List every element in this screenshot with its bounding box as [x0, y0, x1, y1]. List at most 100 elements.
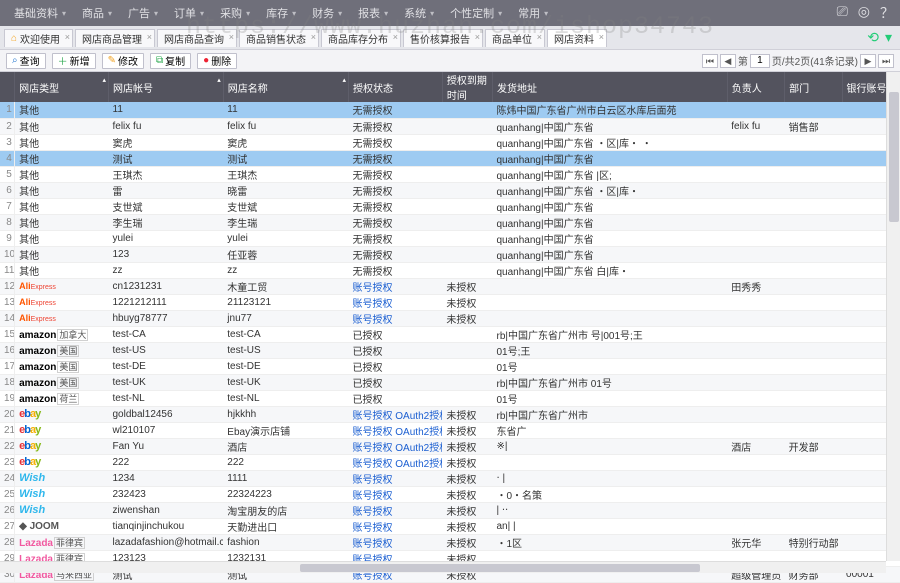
cell-auth[interactable]: 账号授权 — [349, 486, 443, 502]
close-icon[interactable]: × — [475, 32, 480, 42]
menu-goods[interactable]: 商品 — [74, 5, 120, 21]
cell-auth[interactable]: 账号授权 OAuth2授权 — [349, 422, 443, 438]
add-button[interactable]: ＋新增 — [52, 53, 96, 69]
monitor-icon[interactable]: ⎚ — [837, 3, 848, 23]
cell-name: test-NL — [223, 390, 348, 406]
close-icon[interactable]: × — [537, 32, 542, 42]
table-row[interactable]: 16amazon美国test-UStest-US已授权 01号;王 — [0, 342, 900, 358]
table-row[interactable]: 27◆ JOOMtianqinjinchukou天勤进出口账号授权未授权an| … — [0, 518, 900, 534]
col-type[interactable]: ▴网店类型 — [15, 72, 109, 102]
cell-auth[interactable]: 账号授权 — [349, 534, 443, 550]
edit-button[interactable]: ✎修改 — [102, 53, 144, 69]
horizontal-scrollbar[interactable] — [0, 561, 886, 573]
pager-next-button[interactable]: ▶ — [860, 54, 876, 68]
close-icon[interactable]: × — [599, 32, 604, 42]
col-expire[interactable]: 授权到期时间 — [442, 72, 492, 102]
table-row[interactable]: 17amazon美国test-DEtest-DE已授权 01号 — [0, 358, 900, 374]
table-row[interactable]: 24Wish12341111账号授权未授权‧ | — [0, 470, 900, 486]
dropdown-icon[interactable]: ▾ — [885, 29, 892, 46]
menu-finance[interactable]: 财务 — [304, 5, 350, 21]
tab[interactable]: 售价核算报告× — [403, 29, 483, 47]
table-row[interactable]: 6其他雷晓雷无需授权quanhang|中国广东省 ‧区|库‧ — [0, 182, 900, 198]
pager-prev-button[interactable]: ◀ — [720, 54, 736, 68]
close-icon[interactable]: × — [393, 32, 398, 42]
table-row[interactable]: 13AliExpress122121211121123121账号授权未授权 — [0, 294, 900, 310]
cell-auth[interactable]: 账号授权 — [349, 502, 443, 518]
table-row[interactable]: 1其他1111无需授权陈炜中国广东省广州市白云区水库后面苑 — [0, 102, 900, 118]
cell-status — [442, 326, 492, 342]
cell-auth[interactable]: 账号授权 — [349, 294, 443, 310]
tab[interactable]: 商品单位× — [485, 29, 545, 47]
tab[interactable]: 网店商品管理× — [75, 29, 155, 47]
menu-stock[interactable]: 库存 — [258, 5, 304, 21]
col-addr[interactable]: 发货地址 — [492, 72, 727, 102]
tab[interactable]: 网店资料× — [547, 29, 607, 47]
delete-button[interactable]: ●删除 — [197, 53, 237, 69]
menu-orders[interactable]: 订单 — [166, 5, 212, 21]
query-button[interactable]: ⌕查询 — [6, 53, 46, 69]
pager-last-button[interactable]: ⏭ — [878, 54, 894, 68]
col-idx[interactable] — [0, 72, 15, 102]
menu-ads[interactable]: 广告 — [120, 5, 166, 21]
table-row[interactable]: 20ebaygoldbal12456hjkkhh账号授权 OAuth2授权未授权… — [0, 406, 900, 422]
table-row[interactable]: 25Wish23242322324223账号授权未授权‧0‧名策 — [0, 486, 900, 502]
help-icon[interactable]: ？ — [880, 3, 894, 23]
col-owner[interactable]: 负责人 — [727, 72, 784, 102]
cell-auth[interactable]: 账号授权 OAuth2授权 — [349, 406, 443, 422]
table-row[interactable]: 11其他zzzz无需授权quanhang|中国广东省 白|库‧ — [0, 262, 900, 278]
table-row[interactable]: 7其他支世斌支世斌无需授权quanhang|中国广东省 — [0, 198, 900, 214]
table-row[interactable]: 8其他李生瑞李生瑞无需授权quanhang|中国广东省 — [0, 214, 900, 230]
table-row[interactable]: 15amazon加拿大test-CAtest-CA已授权rb|中国广东省广州市 … — [0, 326, 900, 342]
menu-purchase[interactable]: 采购 — [212, 5, 258, 21]
copy-button[interactable]: ⧉复制 — [150, 53, 191, 69]
table-row[interactable]: 18amazon美国test-UKtest-UK已授权rb|中国广东省广州市 0… — [0, 374, 900, 390]
col-name[interactable]: ▴网店名称 — [223, 72, 348, 102]
row-index: 8 — [0, 214, 15, 230]
cell-auth[interactable]: 账号授权 — [349, 310, 443, 326]
cell-auth[interactable]: 账号授权 — [349, 278, 443, 294]
table-row[interactable]: 10其他123任亚蓉无需授权quanhang|中国广东省 — [0, 246, 900, 262]
pager-input[interactable] — [750, 54, 770, 68]
table-row[interactable]: 26Wishziwenshan淘宝朋友的店账号授权未授权| ‧‧ — [0, 502, 900, 518]
close-icon[interactable]: × — [229, 32, 234, 42]
table-row[interactable]: 14AliExpresshbuyg78777jnu77账号授权未授权 — [0, 310, 900, 326]
menu-basic[interactable]: 基础资料 — [6, 5, 74, 21]
col-auth[interactable]: 授权状态 — [349, 72, 443, 102]
table-row[interactable]: 3其他窦虎窦虎无需授权quanhang|中国广东省 ‧区|库‧ ‧ — [0, 134, 900, 150]
cell-auth[interactable]: 账号授权 — [349, 470, 443, 486]
sync-icon[interactable]: ⟲ — [867, 29, 879, 46]
tab[interactable]: 网店商品查询× — [157, 29, 237, 47]
table-row[interactable]: 2其他felix fufelix fu无需授权quanhang|中国广东省fel… — [0, 118, 900, 134]
tab[interactable]: 商品库存分布× — [321, 29, 401, 47]
table-row[interactable]: 21ebaywl210107Ebay演示店铺账号授权 OAuth2授权未授权 东… — [0, 422, 900, 438]
close-icon[interactable]: × — [147, 32, 152, 42]
pager-first-button[interactable]: ⏮ — [702, 54, 718, 68]
table-row[interactable]: 4其他测试测试无需授权quanhang|中国广东省 — [0, 150, 900, 166]
vertical-scrollbar[interactable] — [886, 72, 900, 561]
cell-acct: 123 — [109, 246, 224, 262]
table-row[interactable]: 5其他王琪杰王琪杰无需授权quanhang|中国广东省 |区; — [0, 166, 900, 182]
table-row[interactable]: 12AliExpresscn1231231木童工贸账号授权未授权田秀秀 — [0, 278, 900, 294]
cell-auth[interactable]: 账号授权 OAuth2授权 — [349, 454, 443, 470]
tab[interactable]: 商品销售状态× — [239, 29, 319, 47]
table-row[interactable]: 9其他yuleiyulei无需授权quanhang|中国广东省 — [0, 230, 900, 246]
col-dept[interactable]: 部门 — [785, 72, 842, 102]
menu-common[interactable]: 常用 — [510, 5, 556, 21]
cell-owner — [727, 342, 784, 358]
close-icon[interactable]: × — [311, 32, 316, 42]
tab[interactable]: ⌂欢迎使用× — [4, 29, 73, 47]
menu-custom[interactable]: 个性定制 — [442, 5, 510, 21]
cell-owner — [727, 102, 784, 118]
table-row[interactable]: 19amazon荷兰test-NLtest-NL已授权 01号 — [0, 390, 900, 406]
col-acct[interactable]: ▴网店帐号 — [109, 72, 224, 102]
table-row[interactable]: 23ebay222222账号授权 OAuth2授权未授权 — [0, 454, 900, 470]
table-row[interactable]: 22ebayFan Yu酒店账号授权 OAuth2授权未授权 ※|酒店开发部 — [0, 438, 900, 454]
menu-report[interactable]: 报表 — [350, 5, 396, 21]
menu-system[interactable]: 系统 — [396, 5, 442, 21]
cell-auth[interactable]: 账号授权 OAuth2授权 — [349, 438, 443, 454]
row-index: 13 — [0, 294, 15, 310]
cell-auth[interactable]: 账号授权 — [349, 518, 443, 534]
close-icon[interactable]: × — [65, 32, 70, 42]
table-row[interactable]: 28Lazada菲律宾lazadafashion@hotmail.comfash… — [0, 534, 900, 550]
user-icon[interactable]: ◎ — [858, 3, 870, 23]
